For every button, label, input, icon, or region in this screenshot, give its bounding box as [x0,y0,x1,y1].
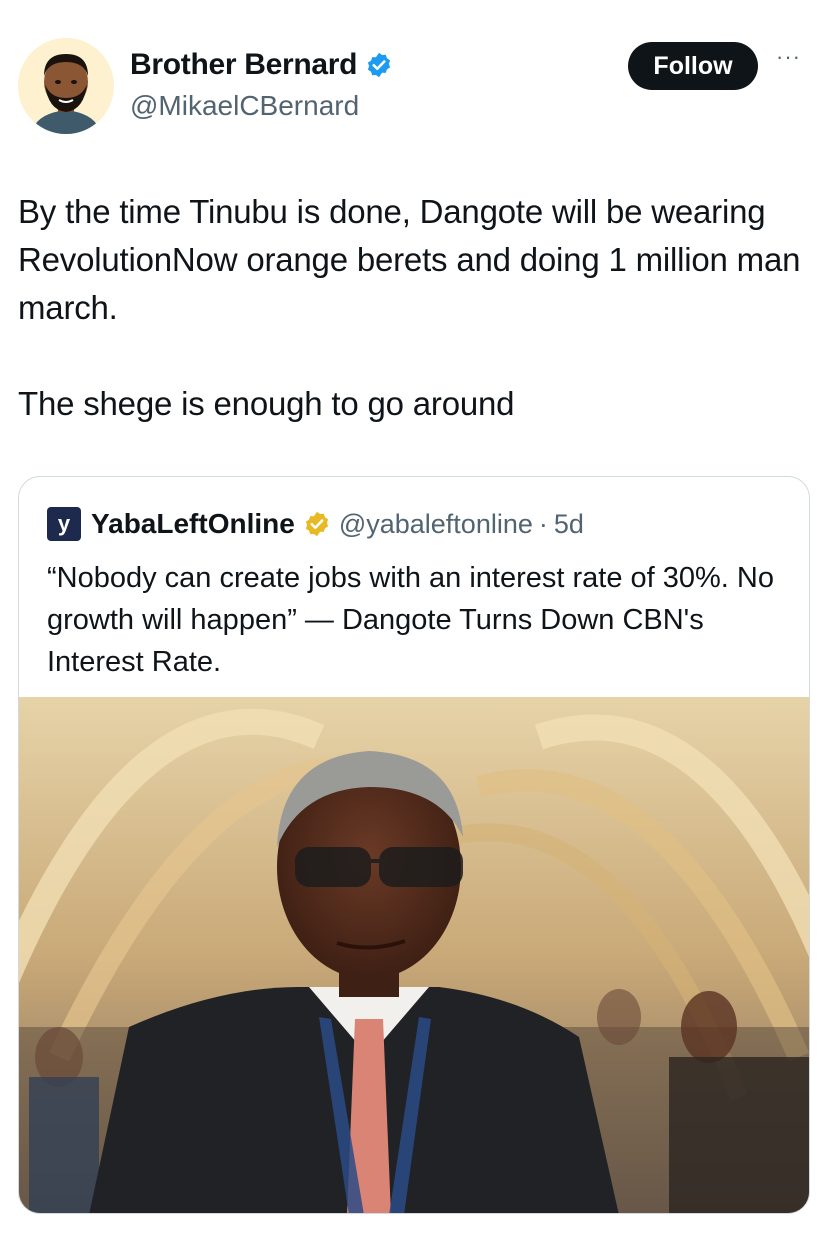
quoted-tweet-text: “Nobody can create jobs with an interest… [47,562,774,678]
quoted-author-logo: y [47,507,81,541]
author-name-row[interactable]: Brother Bernard [130,48,393,82]
avatar-illustration [18,38,114,134]
author-avatar[interactable] [18,38,114,134]
follow-button[interactable]: Follow [628,42,758,90]
quoted-timestamp: 5d [553,508,584,539]
author-handle[interactable]: @MikaelCBernard [130,90,359,122]
quoted-handle: @yabaleftonline [338,508,533,539]
quoted-tweet-photo[interactable] [19,697,810,1214]
tweet-text: By the time Tinubu is done, Dangote will… [18,188,818,428]
verified-badge-icon [368,52,391,78]
tweet-header: Brother Bernard @MikaelCBernard Follow ·… [18,38,810,138]
separator-dot: · [538,508,548,539]
tweet-text-line: The shege is enough to go around [18,385,515,422]
author-display-name[interactable]: Brother Bernard [130,48,358,82]
quoted-display-name: YabaLeftOnline [91,508,295,539]
quoted-tweet-card[interactable]: y YabaLeftOnline @yabaleftonline · 5d “N… [18,476,810,1214]
quoted-tweet-header: y YabaLeftOnline @yabaleftonline · 5d [47,507,584,541]
tweet-text-line: By the time Tinubu is done, Dangote will… [18,193,801,326]
verified-badge-icon [305,511,328,537]
more-options-icon[interactable]: ··· [776,44,801,70]
